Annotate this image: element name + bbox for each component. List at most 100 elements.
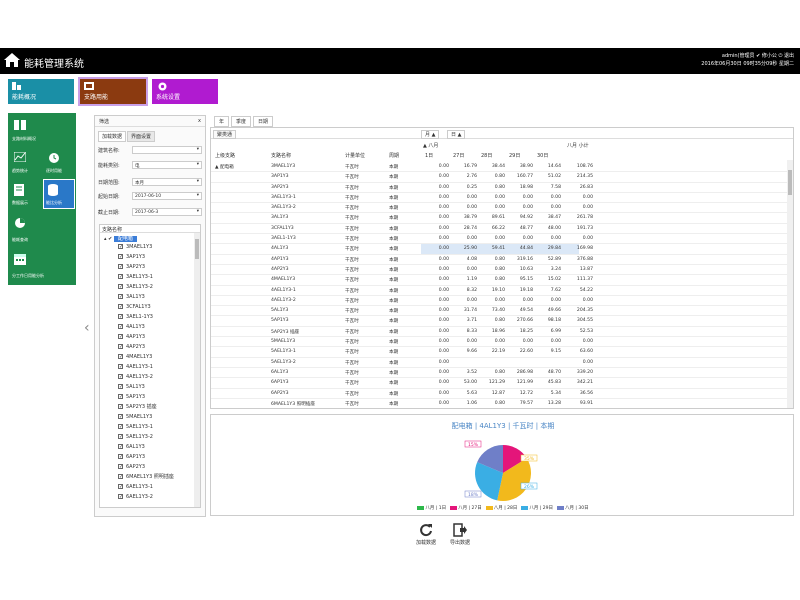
tree-item[interactable]: 5AL1Y3 <box>100 382 200 392</box>
tree-item[interactable]: 4AP2Y3 <box>100 342 200 352</box>
tree-item[interactable]: 5AP1Y3 <box>100 392 200 402</box>
module-tile-energy-overview[interactable]: 能耗概况 <box>8 79 74 104</box>
user-line[interactable]: admin(管理员 ✔ 修小公 ⏻ 退出 <box>701 52 794 60</box>
col-tag-day[interactable]: 日 ▲ <box>447 130 466 139</box>
table-row[interactable]: 3AP2Y3 千瓦时 本期 0.00 0.25 0.80 18.98 7.58 26.83 <box>211 183 789 193</box>
table-row[interactable]: 5AP2Y3 插座 千瓦时 本期 0.00 8.33 18.96 18.25 6.99 52.5… <box>211 327 789 338</box>
table-row[interactable]: 5MAEL1Y3 千瓦时 本期 0.00 0.00 0.00 0.00 0.00 0.00 <box>211 337 789 348</box>
checkbox[interactable] <box>118 382 123 392</box>
tab-year[interactable]: 年 <box>214 116 230 127</box>
header-branch[interactable]: 支路名称 <box>271 152 291 159</box>
checkbox[interactable] <box>118 292 123 302</box>
checkbox[interactable] <box>118 482 123 492</box>
tree-item[interactable]: 6AP1Y3 <box>100 452 200 462</box>
tree-item[interactable]: 4AL1Y3 <box>100 322 200 332</box>
checkbox[interactable] <box>118 242 123 252</box>
table-row[interactable]: 6AP1Y3 千瓦时 本期 0.00 53.00 121.29 121.99 45.83 342… <box>211 378 789 389</box>
checkbox[interactable] <box>118 372 123 382</box>
checkbox[interactable] <box>118 332 123 342</box>
table-row[interactable]: 4AP1Y3 千瓦时 本期 0.00 4.08 0.80 319.16 52.89 376.88 <box>211 255 789 265</box>
table-row[interactable]: 4MAEL1Y3 千瓦时 本期 0.00 1.19 0.80 95.15 15.02 111.3… <box>211 275 789 286</box>
export-button[interactable]: 导出数据 <box>450 523 470 546</box>
table-row[interactable]: 6MAEL1Y3 照明插座 千瓦时 本期 0.00 1.06 0.80 79.57 13.28… <box>211 399 789 408</box>
tab-quarter[interactable]: 季度 <box>231 116 252 127</box>
legend-item[interactable]: 八月 | 27日 <box>450 505 482 511</box>
checkbox[interactable] <box>118 402 123 412</box>
checkbox[interactable] <box>118 492 123 502</box>
tree-item[interactable]: 4AEL1Y3-2 <box>100 372 200 382</box>
tree-item[interactable]: 6MAEL1Y3 照明插座 <box>100 472 200 482</box>
tree-item[interactable]: 5MAEL1Y3 <box>100 412 200 422</box>
header-period[interactable]: 周期 <box>389 152 399 159</box>
start-date-input[interactable]: 2017-06-10 ▾ <box>132 192 202 200</box>
table-row[interactable]: 3AEL1Y3-1 千瓦时 本期 0.00 0.00 0.00 0.00 0.00 0.00 <box>211 193 789 204</box>
tree-item[interactable]: 4AEL1Y3-1 <box>100 362 200 372</box>
sidebar-item-energy-query[interactable]: 能耗查询 <box>10 213 74 245</box>
collapse-arrow-icon[interactable]: ‹ <box>84 320 90 336</box>
tree-item[interactable]: 3MAEL1Y3 <box>100 242 200 252</box>
checkbox[interactable] <box>118 282 123 292</box>
month-label[interactable]: ▲ 八月 <box>423 142 438 149</box>
tab-ui-settings[interactable]: 界面设置 <box>127 131 156 142</box>
table-scrollbar[interactable] <box>787 160 793 408</box>
tree-item[interactable]: 4MAEL1Y3 <box>100 352 200 362</box>
table-row[interactable]: 3AEL1Y3-2 千瓦时 本期 0.00 0.00 0.00 0.00 0.00 0.00 <box>211 203 789 214</box>
checkbox[interactable] <box>118 362 123 372</box>
tree-root[interactable]: ▴ ✔ 配电箱 <box>104 235 200 242</box>
table-row[interactable]: 5AP1Y3 千瓦时 本期 0.00 3.71 0.80 270.66 98.18 304.55 <box>211 316 789 327</box>
checkbox[interactable] <box>118 352 123 362</box>
tree-item[interactable]: 3AEL1Y3-1 <box>100 272 200 282</box>
header-unit[interactable]: 计量单位 <box>345 152 365 159</box>
tree-item[interactable]: 3AEL1-1Y3 <box>100 312 200 322</box>
tree-item[interactable]: 5AP2Y3 插座 <box>100 402 200 412</box>
checkbox[interactable] <box>118 412 123 422</box>
checkbox[interactable] <box>118 262 123 272</box>
table-row[interactable]: 5AL1Y3 千瓦时 本期 0.00 31.74 73.40 49.54 49.66 204.3… <box>211 306 789 317</box>
end-date-input[interactable]: 2017-06-3 ▾ <box>132 208 202 216</box>
field-tag[interactable]: 聚类通 <box>213 130 237 139</box>
table-row[interactable]: 3CFAL1Y3 千瓦时 本期 0.00 28.74 66.22 48.77 48.00 191… <box>211 224 789 235</box>
tree-item[interactable]: 6AP2Y3 <box>100 462 200 472</box>
legend-item[interactable]: 八月 | 1日 <box>417 505 446 511</box>
tree-item[interactable]: 3AP2Y3 <box>100 262 200 272</box>
table-row[interactable]: 3AL1Y3 千瓦时 本期 0.00 38.79 89.61 94.92 38.47 261.7… <box>211 213 789 224</box>
legend-item[interactable]: 八月 | 30日 <box>556 505 589 511</box>
table-row[interactable]: 3AP1Y3 千瓦时 本期 0.00 2.76 0.80 160.77 51.02 214.35 <box>211 172 789 183</box>
checkbox[interactable] <box>118 322 123 332</box>
close-icon[interactable]: x <box>198 118 201 124</box>
tree-item[interactable]: 3AL1Y3 <box>100 292 200 302</box>
tree-item[interactable]: 3CFAL1Y3 <box>100 302 200 312</box>
table-row[interactable]: 4AEL1Y3-2 千瓦时 本期 0.00 0.00 0.00 0.00 0.00 0.00 <box>211 296 789 307</box>
table-row[interactable]: 5AEL1Y3-2 千瓦时 本期 0.00 0.00 <box>211 358 789 368</box>
module-tile-branch-energy[interactable]: 支路用能 <box>78 77 148 106</box>
checkbox[interactable] <box>118 272 123 282</box>
header-parent[interactable]: 上级支路 <box>215 152 235 159</box>
tree-item[interactable]: 3AP1Y3 <box>100 252 200 262</box>
checkbox[interactable] <box>118 422 123 432</box>
sidebar-item-trend-stats[interactable]: 趋势统计 <box>10 148 40 176</box>
checkbox[interactable] <box>118 442 123 452</box>
table-row[interactable]: ▲ 配电箱 3MAEL1Y3 千瓦时 本期 0.00 16.79 38.44 38.90 14.… <box>211 162 789 173</box>
table-row[interactable]: 4AP2Y3 千瓦时 本期 0.00 0.00 0.80 10.63 3.24 13.87 <box>211 265 789 276</box>
checkbox[interactable] <box>118 392 123 402</box>
module-tile-system-settings[interactable]: 系统设置 <box>152 79 218 104</box>
table-row[interactable]: 4AL1Y3 千瓦时 本期 0.00 25.90 59.41 44.84 29.84 169.9… <box>211 244 789 255</box>
building-select[interactable]: ▾ <box>132 146 202 154</box>
col-tag-month[interactable]: 月 ▲ <box>421 130 440 139</box>
tree-item[interactable]: 3AEL1Y3-2 <box>100 282 200 292</box>
tree-item[interactable]: 6AL1Y3 <box>100 442 200 452</box>
sidebar-item-workday-analysis[interactable]: 分工作日用能分析 <box>10 249 74 281</box>
date-range-select[interactable]: 本月 ▾ <box>132 178 202 186</box>
tab-date[interactable]: 日期 <box>253 116 274 127</box>
tree-item[interactable]: 4AP1Y3 <box>100 332 200 342</box>
tree-item[interactable]: 5AEL1Y3-2 <box>100 432 200 442</box>
group-label[interactable]: ▲ 配电箱 <box>215 164 234 170</box>
table-row[interactable]: 6AL1Y3 千瓦时 本期 0.00 3.52 0.80 286.98 48.70 339.20 <box>211 368 789 379</box>
checkbox[interactable] <box>118 432 123 442</box>
table-row[interactable]: 4AEL1Y3-1 千瓦时 本期 0.00 8.32 19.10 19.18 7.62 54.2… <box>211 286 789 296</box>
tree-scrollbar[interactable] <box>194 233 200 507</box>
checkbox[interactable] <box>118 342 123 352</box>
sidebar-item-data-display[interactable]: 数据展示 <box>10 180 40 208</box>
tree-item[interactable]: 6AEL1Y3-1 <box>100 482 200 492</box>
energy-type-select[interactable]: 电 ▾ <box>132 161 202 169</box>
